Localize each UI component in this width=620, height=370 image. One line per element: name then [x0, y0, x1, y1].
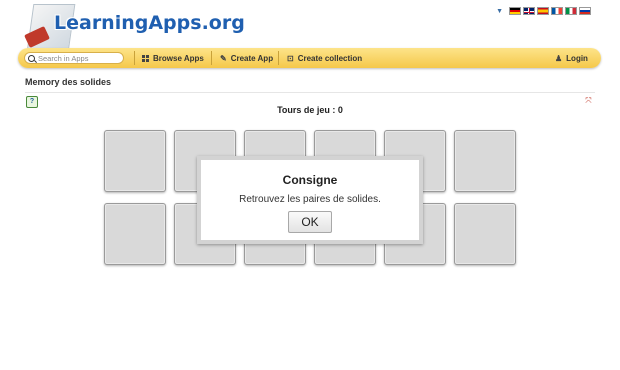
grid-icon: [142, 54, 149, 62]
memory-card[interactable]: [454, 203, 516, 265]
create-collection-link[interactable]: ⊡ Create collection: [287, 51, 362, 65]
nav-divider: [278, 51, 279, 65]
nav-divider: [211, 51, 212, 65]
search-input[interactable]: Search in Apps: [24, 52, 124, 64]
logo-text: LearningApps.org: [54, 12, 245, 34]
create-app-link[interactable]: ✎ Create App: [220, 51, 273, 65]
navbar: Search in Apps Browse Apps ✎ Create App …: [18, 48, 601, 68]
search-icon: [28, 54, 35, 62]
flag-it-icon[interactable]: [565, 7, 577, 15]
rounds-counter: Tours de jeu : 0: [277, 105, 343, 115]
flag-es-icon[interactable]: [537, 7, 549, 15]
dialog-title: Consigne: [282, 173, 338, 187]
login-link[interactable]: ♟ Login: [555, 51, 588, 65]
create-collection-label: Create collection: [297, 53, 363, 63]
memory-card[interactable]: [104, 203, 166, 265]
browse-apps-label: Browse Apps: [153, 53, 204, 63]
dialog-text: Retrouvez les paires de solides.: [239, 194, 381, 205]
browse-apps-link[interactable]: Browse Apps: [142, 51, 204, 65]
instruction-dialog: Consigne Retrouvez les paires de solides…: [197, 156, 423, 244]
language-selector: ▼: [496, 7, 591, 15]
flag-fr-icon[interactable]: [551, 7, 563, 15]
user-icon: ♟: [555, 53, 563, 63]
pencil-icon: ✎: [220, 53, 227, 63]
login-label: Login: [566, 53, 588, 63]
search-placeholder: Search in Apps: [38, 53, 89, 63]
divider: [25, 92, 595, 93]
flag-en-icon[interactable]: [523, 7, 535, 15]
collection-icon: ⊡: [287, 53, 294, 63]
nav-divider: [134, 51, 135, 65]
dropdown-arrow-icon[interactable]: ▼: [496, 8, 503, 15]
memory-card[interactable]: [104, 130, 166, 192]
create-app-label: Create App: [230, 53, 274, 63]
memory-card[interactable]: [454, 130, 516, 192]
flag-de-icon[interactable]: [509, 7, 521, 15]
app-title: Memory des solides: [25, 77, 112, 87]
fullscreen-icon[interactable]: ⤧: [584, 96, 593, 105]
flag-ru-icon[interactable]: [579, 7, 591, 15]
ok-button[interactable]: OK: [288, 211, 332, 233]
